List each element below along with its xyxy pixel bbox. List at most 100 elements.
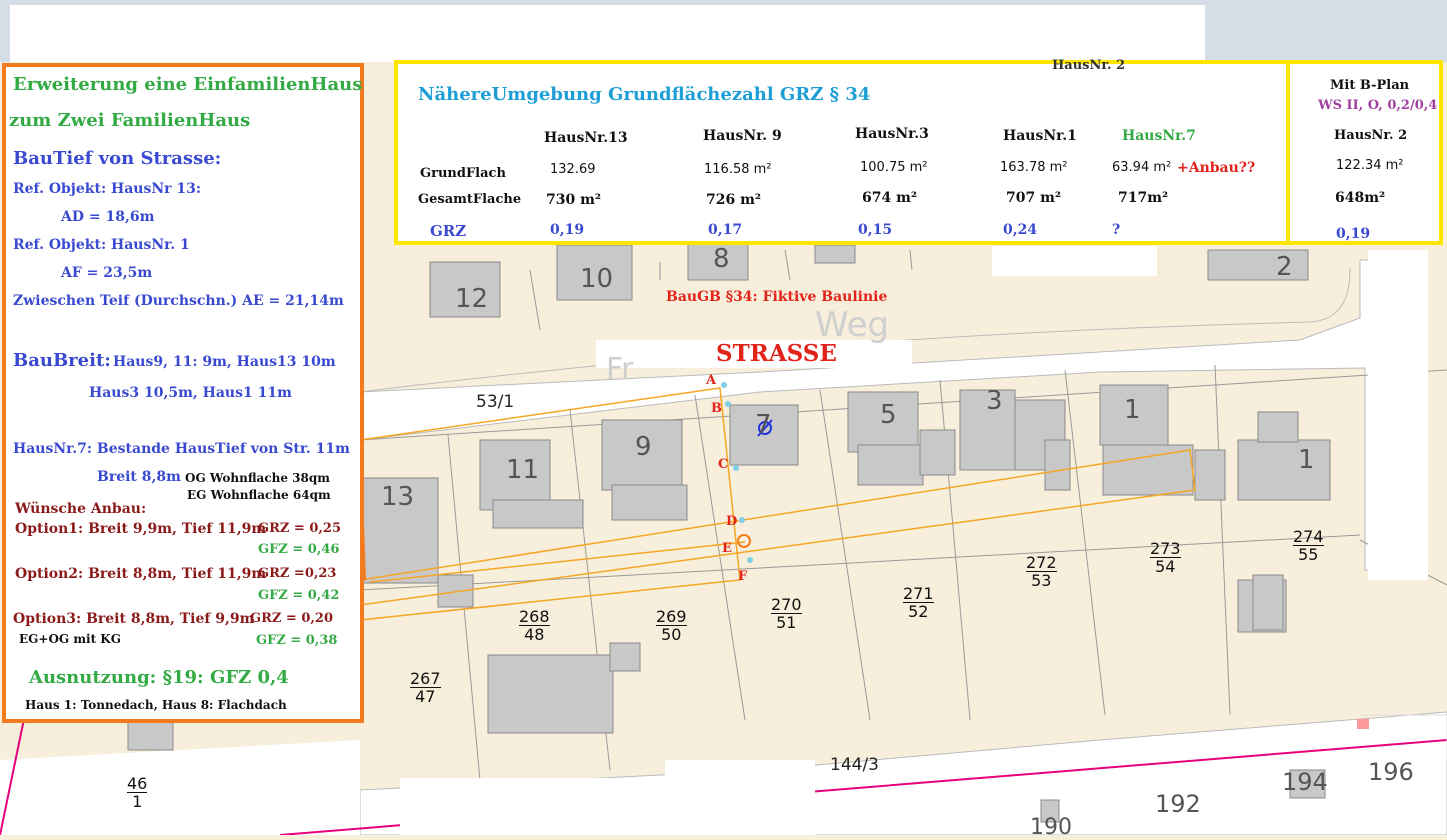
parcel-numerator: 271 xyxy=(903,584,934,603)
house-number: 9 xyxy=(635,432,652,462)
baubreit-line-2: Haus3 10,5m, Haus1 11m xyxy=(89,385,292,401)
parcel-label: 196 xyxy=(1368,758,1414,786)
parcel-numerator: 270 xyxy=(771,595,802,614)
bplan-ws: WS II, O, 0,2/0,4 xyxy=(1318,98,1438,113)
house-number: 1 xyxy=(1124,395,1141,425)
parcel-fraction: 271 52 xyxy=(903,585,934,620)
grz-value: 0,17 xyxy=(708,222,743,238)
option-3: Option3: Breit 8,8m, Tief 9,9m xyxy=(13,611,255,627)
ad-value: AD = 18,6m xyxy=(61,209,155,225)
grz-value: 0,19 xyxy=(550,222,585,238)
parcel-label: 144/3 xyxy=(830,755,879,775)
parcel-fraction: 270 51 xyxy=(771,596,802,631)
option-1-gfz: GFZ = 0,46 xyxy=(258,542,340,557)
house-number: 12 xyxy=(455,284,489,314)
grund-value: 100.75 m² xyxy=(860,160,928,175)
point-label-d: D xyxy=(726,514,738,529)
white-overlay-far-right xyxy=(1368,250,1428,580)
breit-value: Breit 8,8m xyxy=(97,469,181,485)
parcel-label: 192 xyxy=(1155,790,1201,818)
parcel-denominator: 50 xyxy=(661,625,682,644)
baugb-label: BauGB §34: Fiktive Baulinie xyxy=(666,289,888,305)
grz-heading: NähereUmgebung Grundflächezahl GRZ § 34 xyxy=(418,84,871,105)
option-2-grz: GRZ =0,23 xyxy=(258,566,337,581)
parcel-fraction: 46 1 xyxy=(127,774,148,811)
grund-value: 116.58 m² xyxy=(704,162,772,177)
eg-og-kg: EG+OG mit KG xyxy=(19,632,121,646)
ausnutzung: Ausnutzung: §19: GFZ 0,4 xyxy=(29,667,289,688)
col-header: HausNr.13 xyxy=(544,130,628,146)
house-number: 3 xyxy=(986,386,1003,416)
bplan-haus: HausNr. 2 xyxy=(1334,128,1408,143)
parcel-fraction: 272 53 xyxy=(1026,554,1057,589)
ref-object-2: Ref. Objekt: HausNr. 1 xyxy=(13,237,190,253)
gesamt-value: 730 m² xyxy=(546,192,602,208)
grz-value: 0,24 xyxy=(1003,222,1038,238)
baubreit-line-1: Haus9, 11: 9m, Haus13 10m xyxy=(113,354,336,370)
option-2: Option2: Breit 8,8m, Tief 11,9m xyxy=(15,566,267,582)
parcel-fraction: 269 50 xyxy=(656,608,687,643)
col-header: HausNr.1 xyxy=(1003,128,1077,144)
gesamt-value: 674 m² xyxy=(862,190,918,206)
gesamt-value: 707 m² xyxy=(1006,190,1062,206)
grz-value: 0,15 xyxy=(858,222,893,238)
parcel-denominator: 52 xyxy=(908,602,929,621)
parcel-label: 190 xyxy=(1030,815,1072,840)
gesamt-value: 726 m² xyxy=(706,192,762,208)
parcel-denominator: 55 xyxy=(1298,545,1319,564)
ref-object-1: Ref. Objekt: HausNr 13: xyxy=(13,181,202,197)
baubreit-heading: BauBreit: xyxy=(13,350,111,371)
title-line-1: Erweiterung eine EinfamilienHaus xyxy=(13,74,363,95)
bplan-panel: Mit B-Plan WS II, O, 0,2/0,4 HausNr. 2 1… xyxy=(1286,60,1443,245)
parcel-denominator: 47 xyxy=(415,687,436,706)
parcel-denominator: 51 xyxy=(776,613,797,632)
af-value: AF = 23,5m xyxy=(61,265,153,281)
parcel-numerator: 269 xyxy=(656,607,687,626)
point-label-e: E xyxy=(722,541,732,556)
parcel-fraction: 273 54 xyxy=(1150,540,1181,575)
option-1: Option1: Breit 9,9m, Tief 11,9m xyxy=(15,521,267,537)
grund-value: 163.78 m² xyxy=(1000,160,1068,175)
wunsche-anbau: Wünsche Anbau: xyxy=(15,501,147,517)
white-overlay-bottom xyxy=(400,778,665,835)
parcel-numerator: 274 xyxy=(1293,527,1324,546)
parcel-numerator: 272 xyxy=(1026,553,1057,572)
parcel-fraction: 268 48 xyxy=(519,608,550,643)
col-header: HausNr.7 xyxy=(1122,128,1196,144)
house-number: 11 xyxy=(506,455,540,485)
bplan-grz: 0,19 xyxy=(1336,226,1371,242)
house-number: 13 xyxy=(381,482,415,512)
option-2-gfz: GFZ = 0,42 xyxy=(258,588,340,603)
parcel-denominator: 54 xyxy=(1155,557,1176,576)
bplan-grund: 122.34 m² xyxy=(1336,158,1404,173)
parcel-numerator: 46 xyxy=(127,774,148,793)
parcel-label: 194 xyxy=(1282,768,1328,796)
grund-value: 63.94 m² xyxy=(1112,160,1172,175)
street-left-fragment: Fr xyxy=(606,352,634,387)
bplan-title: Mit B-Plan xyxy=(1330,78,1410,93)
parcel-denominator: 1 xyxy=(132,792,143,811)
parcel-denominator: 53 xyxy=(1031,571,1052,590)
parcel-label: 53/1 xyxy=(476,392,515,412)
point-label-b: B xyxy=(711,401,722,416)
grz-value: ? xyxy=(1112,222,1121,238)
house-number: 8 xyxy=(713,244,730,274)
point-label-a: A xyxy=(706,373,717,388)
parcel-denominator: 48 xyxy=(524,625,545,644)
anbau-label: +Anbau?? xyxy=(1177,160,1256,176)
point-label-c: C xyxy=(718,457,729,472)
house-number: 1 xyxy=(1298,445,1315,475)
option-3-grz: GRZ = 0,20 xyxy=(250,611,334,626)
bautief-heading: BauTief von Strasse: xyxy=(13,148,222,169)
house-number: 5 xyxy=(880,400,897,430)
house-number: 2 xyxy=(1276,252,1293,282)
eg-wohnflache: EG Wohnflache 64qm xyxy=(187,488,331,502)
house-number: 10 xyxy=(580,264,614,294)
og-wohnflache: OG Wohnflache 38qm xyxy=(185,471,330,485)
parcel-numerator: 268 xyxy=(519,607,550,626)
parcel-numerator: 267 xyxy=(410,669,441,688)
row-label-grz: GRZ xyxy=(430,222,467,240)
gesamt-value: 717m² xyxy=(1118,190,1169,206)
top-white-overlay xyxy=(10,5,1205,62)
point-label-f: F xyxy=(738,569,748,584)
